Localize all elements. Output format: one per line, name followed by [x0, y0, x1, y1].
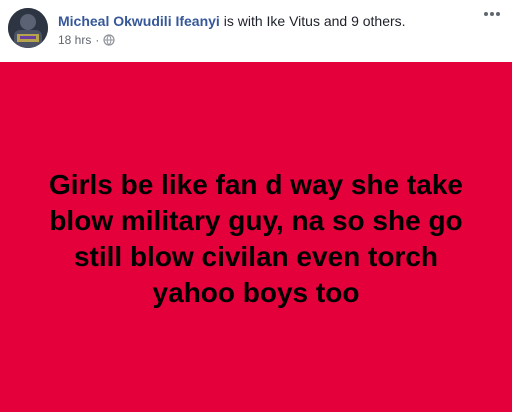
meta-separator: · — [95, 33, 100, 47]
author-name-link[interactable]: Micheal Okwudili Ifeanyi — [58, 13, 220, 29]
status-text: Girls be like fan d way she take blow mi… — [49, 169, 463, 308]
post-meta: 18 hrs · — [58, 32, 115, 48]
timestamp-link[interactable]: 18 hrs — [58, 32, 91, 48]
status-background: Girls be like fan d way she take blow mi… — [0, 62, 512, 412]
author-line: Micheal Okwudili Ifeanyi is with Ike Vit… — [58, 12, 406, 30]
globe-icon[interactable] — [103, 34, 115, 46]
post-header: Micheal Okwudili Ifeanyi is with Ike Vit… — [0, 0, 512, 62]
more-options-button[interactable] — [480, 8, 504, 24]
tagged-with-text[interactable]: is with Ike Vitus and 9 others. — [220, 13, 406, 29]
avatar[interactable] — [8, 8, 48, 48]
feed-post: Micheal Okwudili Ifeanyi is with Ike Vit… — [0, 0, 512, 412]
ellipsis-icon — [484, 12, 500, 16]
avatar-image — [8, 8, 48, 48]
